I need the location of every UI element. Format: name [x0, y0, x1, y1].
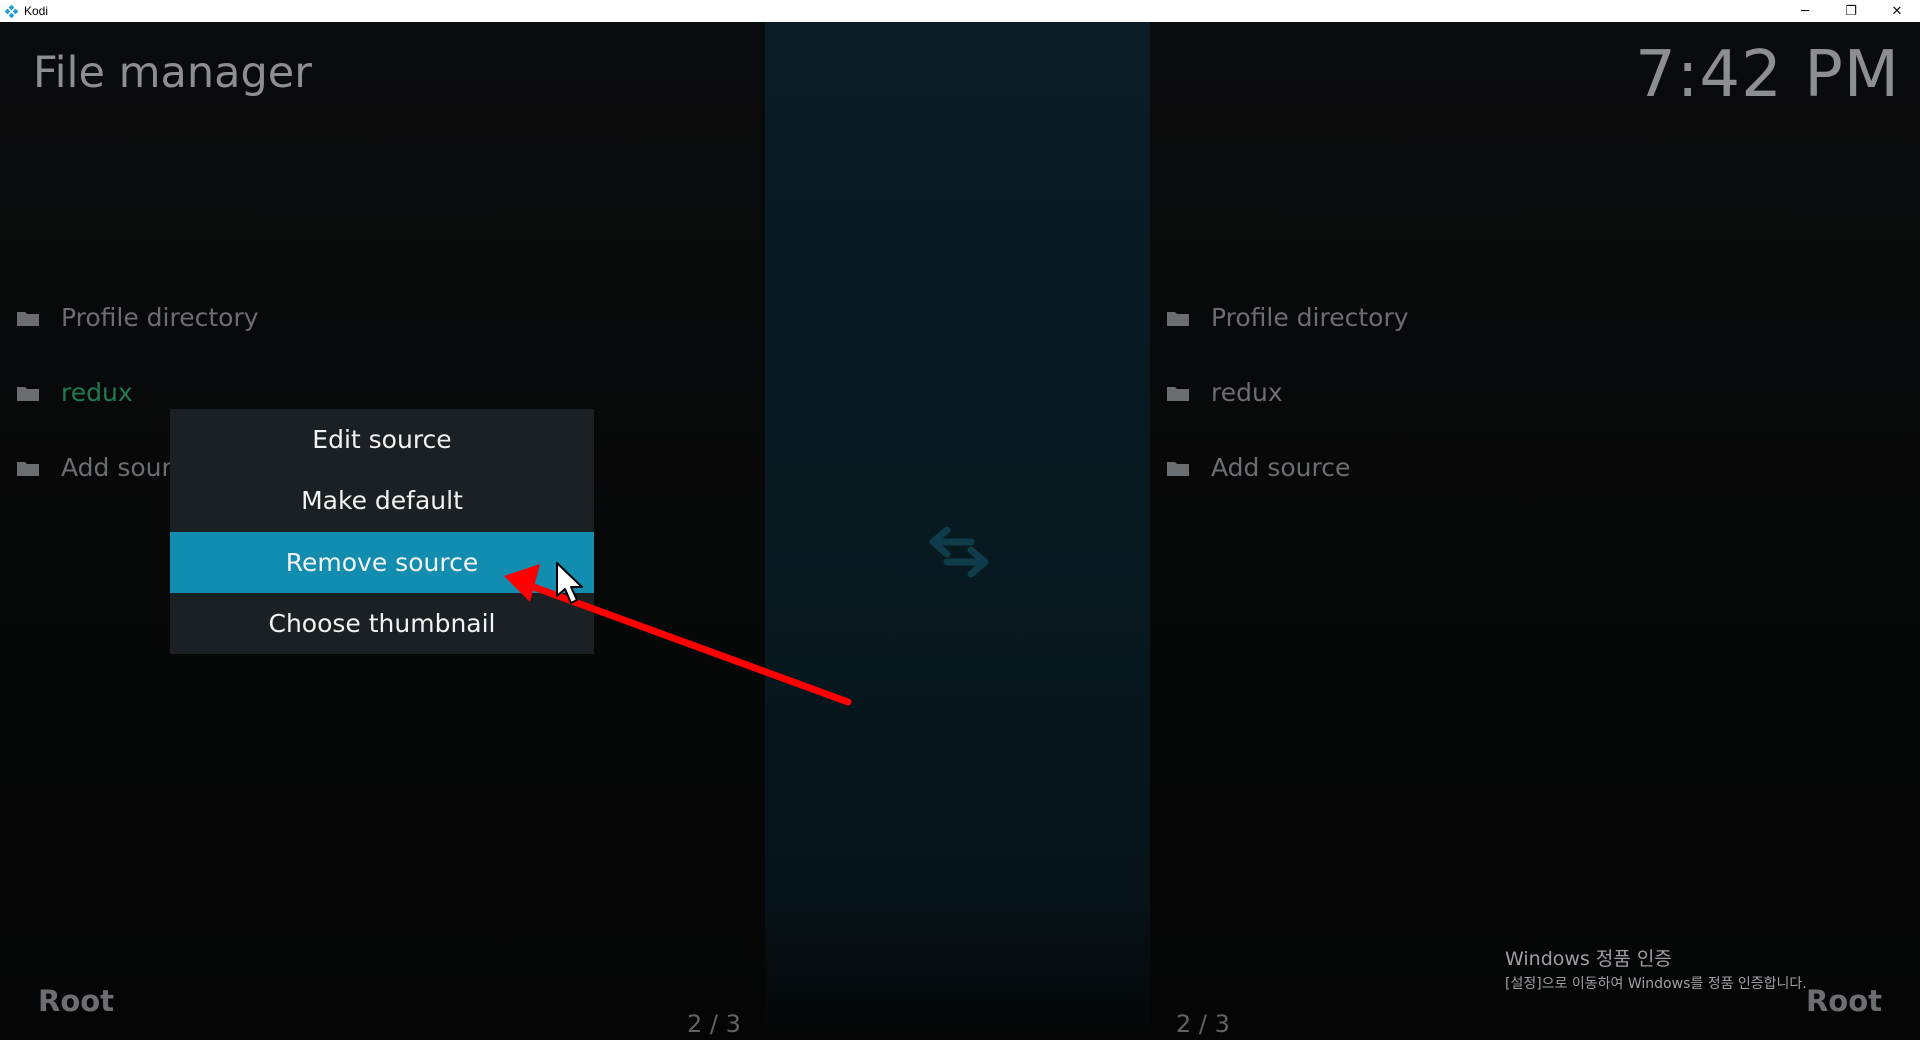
left-footer-root: Root	[38, 984, 115, 1018]
window-title: Kodi	[24, 4, 49, 18]
folder-icon	[16, 383, 42, 403]
menu-item-choose-thumbnail[interactable]: Choose thumbnail	[170, 593, 594, 654]
list-item-profile-directory[interactable]: Profile directory	[16, 280, 259, 355]
folder-icon	[16, 308, 42, 328]
right-footer-root: Root	[1805, 984, 1882, 1018]
folder-icon	[1166, 383, 1192, 403]
list-item-profile-directory[interactable]: Profile directory	[1166, 280, 1409, 355]
folder-icon	[1166, 308, 1192, 328]
transfer-arrows-icon	[927, 522, 991, 582]
title-bar[interactable]: Kodi ─ ❐ ✕	[0, 0, 1920, 22]
list-item-label: Profile directory	[1211, 303, 1409, 332]
close-button[interactable]: ✕	[1874, 0, 1920, 22]
windows-activation-notice: Windows 정품 인증 [설정]으로 이동하여 Windows를 정품 인증…	[1505, 944, 1807, 993]
folder-icon	[1166, 458, 1192, 478]
activation-subtitle: [설정]으로 이동하여 Windows를 정품 인증합니다.	[1505, 976, 1807, 992]
right-file-list: Profile directory redux Add source	[1166, 280, 1409, 505]
list-item-label: redux	[1211, 378, 1283, 407]
list-item-redux[interactable]: redux	[1166, 355, 1409, 430]
menu-item-edit-source[interactable]: Edit source	[170, 409, 594, 470]
context-menu: Edit source Make default Remove source C…	[170, 409, 594, 654]
kodi-window: Kodi ─ ❐ ✕ File manager 7:42 PM Profile …	[0, 0, 1920, 1040]
window-controls: ─ ❐ ✕	[1782, 0, 1920, 22]
list-item-label: Add source	[1211, 453, 1351, 482]
left-page-count: 2 / 3	[687, 1010, 741, 1038]
kodi-logo-icon	[4, 4, 18, 18]
page-title: File manager	[33, 48, 312, 98]
folder-icon	[16, 458, 42, 478]
list-item-label: Profile directory	[61, 303, 259, 332]
menu-item-remove-source[interactable]: Remove source	[170, 531, 594, 593]
list-item-label: redux	[61, 378, 133, 407]
restore-button[interactable]: ❐	[1828, 0, 1874, 22]
clock: 7:42 PM	[1635, 38, 1900, 112]
menu-item-make-default[interactable]: Make default	[170, 470, 594, 531]
right-page-count: 2 / 3	[1176, 1010, 1230, 1038]
minimize-button[interactable]: ─	[1782, 0, 1828, 22]
activation-title: Windows 정품 인증	[1505, 948, 1672, 970]
list-item-add-source[interactable]: Add source	[1166, 430, 1409, 505]
